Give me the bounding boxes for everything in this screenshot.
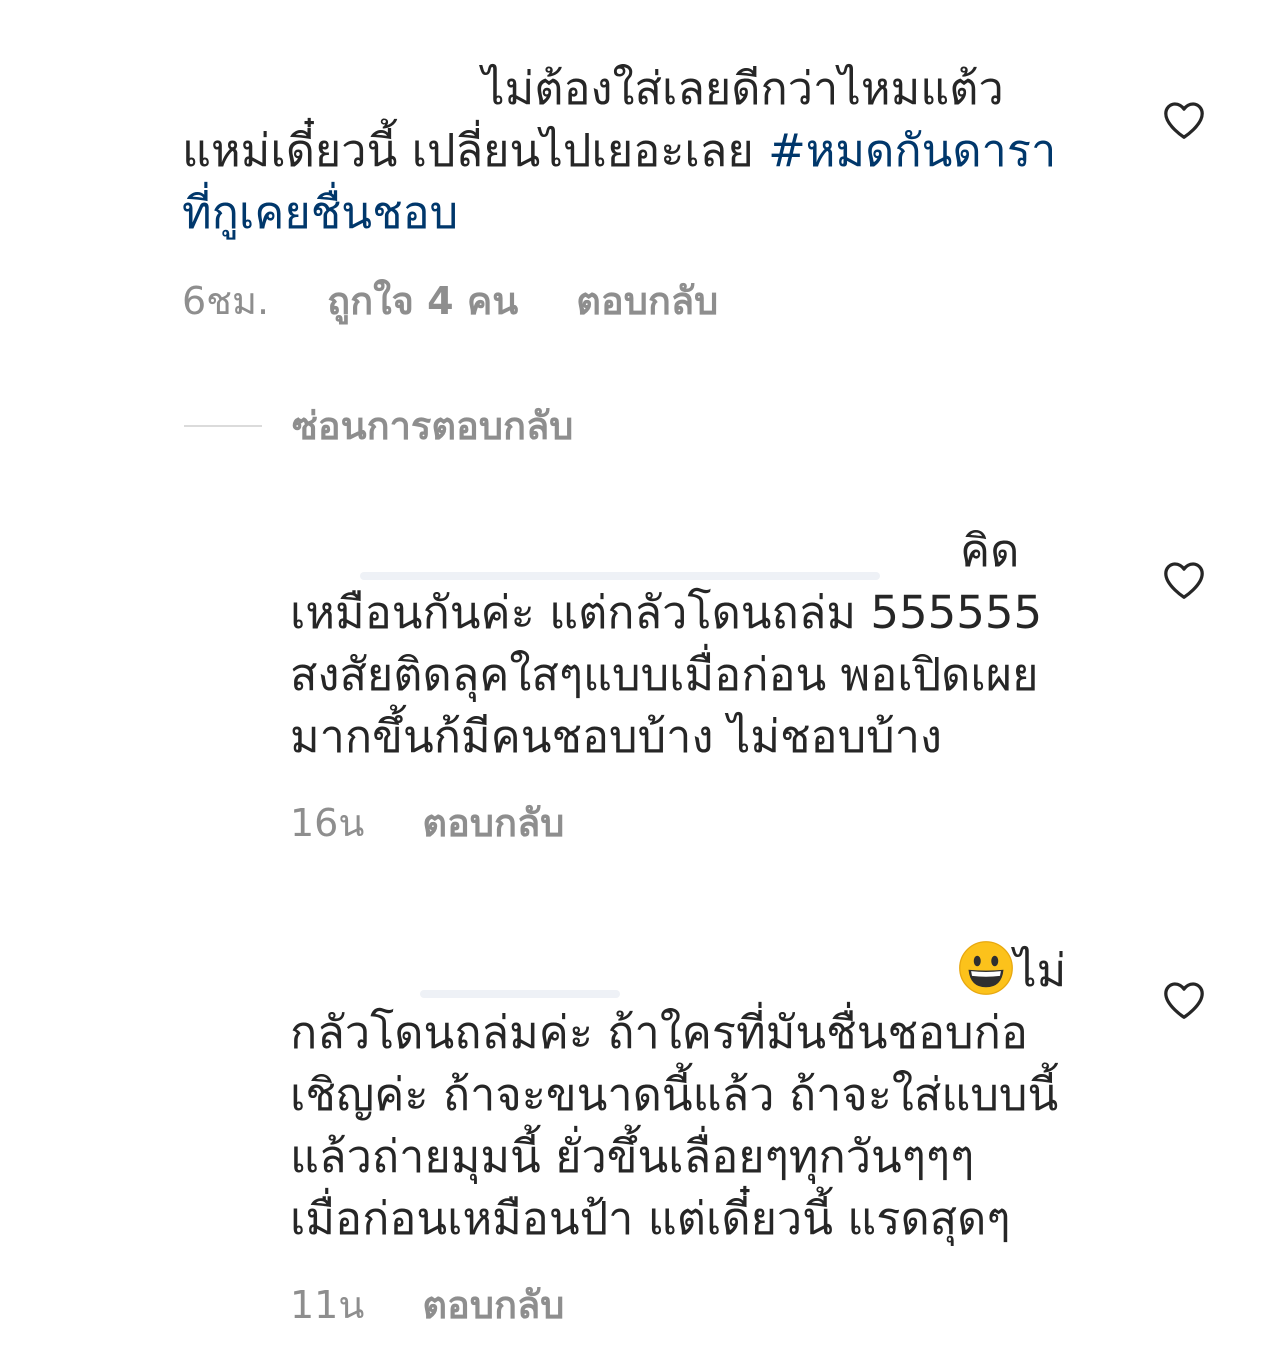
reply-button[interactable]: ตอบกลับ [422,792,564,853]
comment-meta: 11น ตอบกลับ [290,1274,564,1335]
comment-meta: 6ชม. ถูกใจ 4 คน ตอบกลับ [182,270,718,331]
comment-line: ไม่ [290,940,1066,1002]
comment-line: เชิญค่ะ ถ้าจะขนาดนี้แล้ว ถ้าจะใส่แบบนี้ [290,1068,1059,1121]
comment-line: เหมือนกันค่ะ แต่กลัวโดนถล่ม 555555 [290,586,1043,639]
comment-text: คิด เหมือนกันค่ะ แต่กลัวโดนถล่ม 555555 ส… [290,520,1042,768]
comment-line-text: ไม่ [1014,944,1067,997]
likes-count[interactable]: ถูกใจ 4 คน [327,270,518,331]
comment-time: 16น [290,801,365,845]
comment-line: กลัวโดนถล่มค่ะ ถ้าใครที่มันชื่นชอบก่อ [290,1006,1028,1059]
grinning-face-emoji-icon [959,941,1013,995]
comment-text: ไม่ กลัวโดนถล่มค่ะ ถ้าใครที่มันชื่นชอบก่… [290,940,1066,1250]
divider-line [184,424,262,427]
heart-outline-icon[interactable] [1162,560,1206,600]
comment-line: สงสัยติดลุคใสๆแบบเมื่อก่อน พอเปิดเผย [290,648,1039,701]
comment-line: แล้วถ่ายมุมนี้ ยั่วขึ้นเลื่อยๆทุกวันๆๆๆ [290,1130,975,1183]
reply-button[interactable]: ตอบกลับ [422,1274,564,1335]
heart-outline-icon[interactable] [1162,980,1206,1020]
comment-line: แหม่เดี๋ยวนี้ เปลี่ยนไปเยอะเลย #หมดกันดา… [182,120,1056,182]
comment-line: ไม่ต้องใส่เลยดีกว่าไหมแต้ว [482,62,1004,115]
hide-replies-button[interactable]: ซ่อนการตอบกลับ [184,395,573,456]
comment-line: เมื่อก่อนเหมือนป้า แต่เดี๋ยวนี้ แรดสุดๆ [290,1192,1011,1245]
comment-line: มากขึ้นก้มีคนชอบบ้าง ไม่ชอบบ้าง [290,710,942,763]
hashtag-link-continued[interactable]: ที่กูเคยชื่นชอบ [182,182,1056,244]
heart-outline-icon[interactable] [1162,100,1206,140]
reply-button[interactable]: ตอบกลับ [576,270,718,331]
hashtag-link[interactable]: #หมดกันดารา [768,124,1056,177]
comment-time: 11น [290,1283,365,1327]
comment-meta: 16น ตอบกลับ [290,792,564,853]
comment-text: ไม่ต้องใส่เลยดีกว่าไหมแต้ว แหม่เดี๋ยวนี้… [182,58,1056,244]
comment-line: คิด [960,524,1020,577]
comment-line-text: แหม่เดี๋ยวนี้ เปลี่ยนไปเยอะเลย [182,124,769,177]
comment-time: 6ชม. [182,279,270,323]
hide-replies-label: ซ่อนการตอบกลับ [292,404,574,448]
